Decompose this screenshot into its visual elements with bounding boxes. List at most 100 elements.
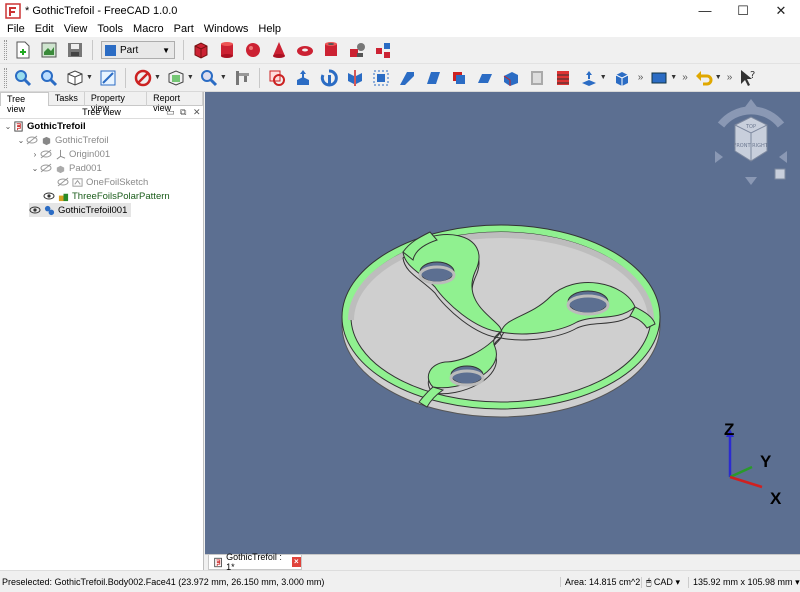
section-icon[interactable]: [526, 67, 548, 89]
part-workbench-icon: [105, 44, 116, 56]
visibility-hidden-icon[interactable]: [26, 135, 38, 145]
toolbar-overflow-icon[interactable]: »: [682, 72, 688, 83]
menu-view[interactable]: View: [59, 23, 93, 35]
tube-icon[interactable]: [320, 39, 342, 61]
collapse-toggle-icon[interactable]: ⌄: [16, 136, 26, 145]
undo-icon[interactable]: [693, 67, 715, 89]
tree-item-polar-pattern[interactable]: ThreeFoilsPolarPattern: [43, 189, 170, 203]
view-dimensions-selector[interactable]: 135.92 mm x 105.98 mm ▾: [688, 577, 800, 588]
caliper-icon[interactable]: [231, 67, 253, 89]
new-icon[interactable]: [12, 39, 34, 61]
visibility-icon[interactable]: [43, 191, 55, 201]
tree-item-pad[interactable]: ⌄ Pad001: [30, 161, 102, 175]
tab-tree-view[interactable]: Tree view: [0, 92, 49, 114]
chevron-down-icon[interactable]: ▼: [220, 74, 227, 81]
menu-windows[interactable]: Windows: [199, 23, 254, 35]
collapse-toggle-icon[interactable]: ⌄: [3, 122, 13, 131]
loft-icon[interactable]: [474, 67, 496, 89]
chevron-down-icon[interactable]: ▼: [154, 74, 161, 81]
menu-help[interactable]: Help: [253, 23, 286, 35]
draw-style-icon[interactable]: [132, 67, 154, 89]
chevron-down-icon: ▾: [795, 577, 800, 587]
thickness-icon[interactable]: [611, 67, 633, 89]
box-icon[interactable]: [190, 39, 212, 61]
toolbar-grip[interactable]: [4, 67, 7, 88]
3d-model-view[interactable]: TOP FRONT RIGHT Z Y X: [205, 92, 800, 554]
offset-icon[interactable]: [578, 67, 600, 89]
zoom-icon[interactable]: [198, 67, 220, 89]
shape-builder-icon[interactable]: [372, 39, 394, 61]
workbench-selector[interactable]: Part ▼: [101, 41, 175, 59]
menu-file[interactable]: File: [2, 23, 30, 35]
tree-item-body[interactable]: ⌄ GothicTrefoil: [16, 133, 109, 147]
navcube-right-label[interactable]: RIGHT: [752, 143, 769, 149]
tab-tasks[interactable]: Tasks: [49, 92, 85, 106]
bounding-box-icon[interactable]: [165, 67, 187, 89]
cross-sections-icon[interactable]: [552, 67, 574, 89]
navigation-cube[interactable]: TOP FRONT RIGHT: [715, 99, 787, 185]
fit-selection-icon[interactable]: [38, 67, 60, 89]
3d-viewport[interactable]: TOP FRONT RIGHT Z Y X: [205, 92, 800, 554]
navcube-front-label[interactable]: FRONT: [733, 143, 751, 149]
visibility-hidden-icon[interactable]: [57, 177, 69, 187]
visibility-icon[interactable]: [29, 205, 41, 215]
cone-icon[interactable]: [268, 39, 290, 61]
chevron-down-icon[interactable]: ▼: [86, 74, 93, 81]
tree-item-gothic-trefoil-001[interactable]: GothicTrefoil001: [29, 203, 132, 217]
primitives-icon[interactable]: [346, 39, 368, 61]
document-icon: [14, 120, 23, 132]
navigation-style-selector[interactable]: 🖱 CAD ▾: [641, 577, 680, 588]
save-icon[interactable]: [64, 39, 86, 61]
chevron-down-icon[interactable]: ▼: [715, 74, 722, 81]
sweep-icon[interactable]: [500, 67, 522, 89]
tab-report-view[interactable]: Report view: [147, 92, 203, 113]
chamfer-icon[interactable]: [396, 67, 418, 89]
navcube-top-label[interactable]: TOP: [745, 124, 756, 130]
collapse-toggle-icon[interactable]: ⌄: [30, 164, 40, 173]
measure-icon[interactable]: [97, 67, 119, 89]
tab-property-view[interactable]: Property view: [85, 92, 148, 113]
fillet-icon[interactable]: [370, 67, 392, 89]
chevron-down-icon[interactable]: ▼: [187, 74, 194, 81]
status-bar: Preselected: GothicTrefoil.Body002.Face4…: [0, 570, 800, 592]
visibility-hidden-icon[interactable]: [40, 163, 52, 173]
view-dimensions-label: 135.92 mm x 105.98 mm: [693, 577, 793, 587]
menu-macro[interactable]: Macro: [128, 23, 169, 35]
close-icon[interactable]: ✕: [193, 106, 201, 118]
navcube-menu-icon[interactable]: [774, 168, 786, 180]
std-views-icon[interactable]: [64, 67, 86, 89]
torus-icon[interactable]: [294, 39, 316, 61]
menu-part[interactable]: Part: [169, 23, 199, 35]
visibility-hidden-icon[interactable]: [40, 149, 52, 159]
toolbar-overflow-icon[interactable]: »: [727, 72, 733, 83]
view-box-icon[interactable]: [648, 67, 670, 89]
ruled-surface-icon[interactable]: [448, 67, 470, 89]
extrude-icon[interactable]: [292, 67, 314, 89]
minimize-button[interactable]: —: [686, 0, 724, 21]
tree-item-document[interactable]: ⌄ GothicTrefoil: [3, 119, 86, 133]
sphere-icon[interactable]: [242, 39, 264, 61]
menu-edit[interactable]: Edit: [30, 23, 59, 35]
toolbar-grip[interactable]: [4, 40, 7, 60]
chevron-down-icon[interactable]: ▼: [600, 74, 607, 81]
close-tab-icon[interactable]: ×: [291, 557, 301, 567]
maximize-button[interactable]: ☐: [724, 0, 762, 21]
restore-icon[interactable]: ▭: [166, 106, 175, 118]
close-window-button[interactable]: ✕: [762, 0, 800, 21]
cylinder-icon[interactable]: [216, 39, 238, 61]
whats-this-icon[interactable]: ?: [737, 67, 759, 89]
boolean-icon[interactable]: [266, 67, 288, 89]
make-face-icon[interactable]: [422, 67, 444, 89]
expand-toggle-icon[interactable]: ›: [30, 150, 40, 159]
toolbar-overflow-icon[interactable]: »: [638, 72, 644, 83]
tree-item-origin[interactable]: › Origin001: [30, 147, 111, 161]
document-tab[interactable]: GothicTrefoil : 1* ×: [208, 552, 302, 572]
menu-tools[interactable]: Tools: [92, 23, 128, 35]
float-icon[interactable]: ⧉: [180, 106, 186, 118]
chevron-down-icon[interactable]: ▼: [670, 74, 677, 81]
revolve-icon[interactable]: [318, 67, 340, 89]
open-icon[interactable]: [38, 39, 60, 61]
fit-all-icon[interactable]: [12, 67, 34, 89]
mirror-icon[interactable]: [344, 67, 366, 89]
tree-item-sketch[interactable]: OneFoilSketch: [57, 175, 148, 189]
